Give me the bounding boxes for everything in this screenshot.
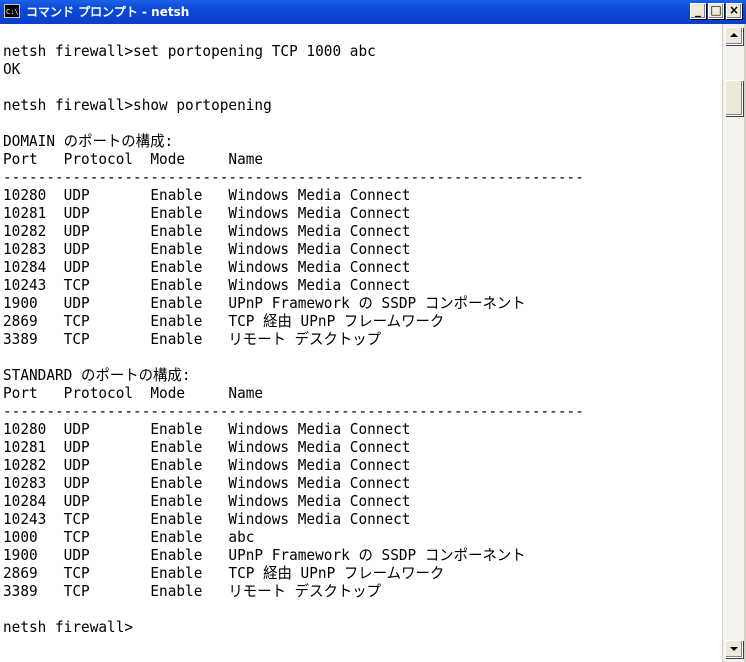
console-line: 10280 UDP Enable Windows Media Connect (3, 420, 411, 438)
console-line: 10282 UDP Enable Windows Media Connect (3, 222, 411, 240)
console-line: netsh firewall>show portopening (3, 96, 272, 114)
console-line: STANDARD のポートの構成: (3, 366, 191, 384)
console-line: 10284 UDP Enable Windows Media Connect (3, 492, 411, 510)
console-output[interactable]: netsh firewall>set portopening TCP 1000 … (0, 24, 722, 662)
console-line: 10243 TCP Enable Windows Media Connect (3, 510, 411, 528)
console-line: ----------------------------------------… (3, 168, 584, 186)
scroll-down-button[interactable] (725, 640, 743, 658)
minimize-button[interactable]: _ (690, 3, 706, 19)
console-line: 10282 UDP Enable Windows Media Connect (3, 456, 411, 474)
vertical-scrollbar[interactable] (722, 24, 744, 662)
console-line: 1900 UDP Enable UPnP Framework の SSDP コン… (3, 546, 526, 564)
arrow-up-icon (730, 33, 738, 37)
console-line: 10281 UDP Enable Windows Media Connect (3, 204, 411, 222)
scroll-up-button[interactable] (725, 27, 743, 45)
close-button[interactable]: × (726, 3, 742, 19)
console-line: ----------------------------------------… (3, 402, 584, 420)
console-lines: netsh firewall>set portopening TCP 1000 … (3, 42, 584, 636)
console-line: Port Protocol Mode Name (3, 150, 264, 168)
console-line: 1900 UDP Enable UPnP Framework の SSDP コン… (3, 294, 526, 312)
window-title: コマンド プロンプト - netsh (26, 5, 190, 19)
console-line: 10283 UDP Enable Windows Media Connect (3, 240, 411, 258)
command-prompt-window: C:\ コマンド プロンプト - netsh _ □ × netsh firew… (0, 0, 746, 662)
console-line: 3389 TCP Enable リモート デスクトップ (3, 582, 382, 600)
maximize-button[interactable]: □ (708, 3, 724, 19)
console-line: Port Protocol Mode Name (3, 384, 264, 402)
title-bar[interactable]: C:\ コマンド プロンプト - netsh _ □ × (0, 0, 746, 24)
console-line: 10283 UDP Enable Windows Media Connect (3, 474, 411, 492)
console-line: 3389 TCP Enable リモート デスクトップ (3, 330, 382, 348)
console-line: 2869 TCP Enable TCP 経由 UPnP フレームワーク (3, 564, 445, 582)
console-line: netsh firewall>set portopening TCP 1000 … (3, 42, 376, 60)
console-line: DOMAIN のポートの構成: (3, 132, 174, 150)
console-line: 10243 TCP Enable Windows Media Connect (3, 276, 411, 294)
console-line: OK (3, 60, 21, 78)
console-line: 10281 UDP Enable Windows Media Connect (3, 438, 411, 456)
console-line: netsh firewall> (3, 618, 134, 636)
scrollbar-thumb[interactable] (725, 80, 743, 116)
console-line: 10280 UDP Enable Windows Media Connect (3, 186, 411, 204)
console-line: 2869 TCP Enable TCP 経由 UPnP フレームワーク (3, 312, 445, 330)
console-line: 1000 TCP Enable abc (3, 528, 255, 546)
console-line: 10284 UDP Enable Windows Media Connect (3, 258, 411, 276)
arrow-down-icon (730, 647, 738, 651)
console-app-icon[interactable]: C:\ (4, 4, 20, 18)
